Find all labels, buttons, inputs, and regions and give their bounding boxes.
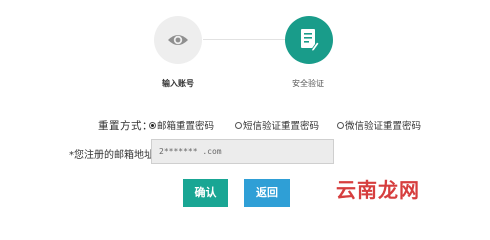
watermark-text: 云南龙网 — [336, 178, 420, 202]
email-field-label: *您注册的邮箱地址： — [69, 150, 164, 161]
back-button[interactable]: 返回 — [244, 179, 290, 207]
stepper: 输入账号 安全验证 — [0, 0, 490, 100]
step-connector — [203, 39, 285, 40]
radio-sms-reset-label: 短信验证重置密码 — [243, 121, 320, 132]
step-1-label: 输入账号 — [162, 79, 194, 88]
reset-method-label: 重置方式： — [98, 120, 153, 132]
radio-sms-reset[interactable]: 短信验证重置密码 — [235, 119, 320, 132]
radio-dot-email[interactable] — [149, 121, 156, 129]
email-field[interactable]: 2******* .com — [151, 139, 334, 164]
radio-dot-wechat[interactable] — [337, 121, 344, 129]
form-edit-icon — [301, 29, 320, 52]
step-1-circle — [154, 16, 202, 64]
radio-wechat-reset-label: 微信验证重置密码 — [345, 121, 422, 132]
confirm-button[interactable]: 确认 — [183, 179, 228, 207]
radio-dot-sms[interactable] — [235, 121, 242, 129]
step-2-circle — [285, 16, 333, 64]
eye-icon — [168, 35, 188, 45]
step-2-label: 安全验证 — [292, 79, 324, 88]
radio-email-reset-label: 邮箱重置密码 — [157, 121, 215, 132]
radio-email-reset[interactable]: 邮箱重置密码 — [149, 119, 215, 132]
radio-wechat-reset[interactable]: 微信验证重置密码 — [337, 119, 422, 132]
